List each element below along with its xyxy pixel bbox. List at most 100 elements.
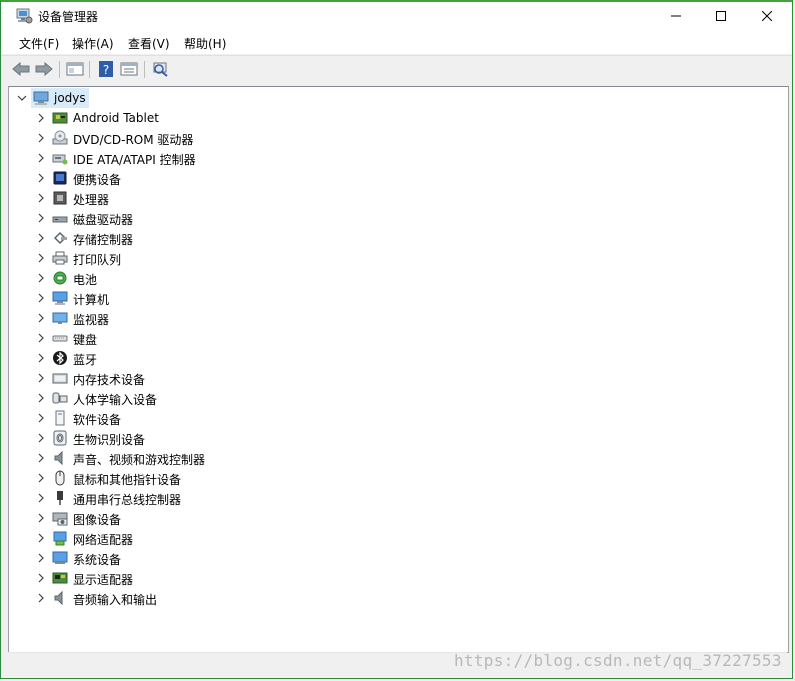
tree-category-node[interactable]: 内存技术设备 bbox=[9, 368, 788, 388]
tree-category-node[interactable]: 声音、视频和游戏控制器 bbox=[9, 448, 788, 468]
tree-category-node[interactable]: 音频输入和输出 bbox=[9, 588, 788, 608]
chevron-right-icon[interactable] bbox=[36, 312, 46, 324]
menu-help[interactable]: 帮助(H) bbox=[184, 35, 226, 52]
tree-category-node[interactable]: 存储控制器 bbox=[9, 228, 788, 248]
chevron-right-icon[interactable] bbox=[36, 172, 46, 184]
chevron-down-icon[interactable] bbox=[17, 92, 27, 104]
close-button[interactable] bbox=[744, 2, 790, 30]
battery-icon bbox=[53, 271, 67, 285]
chevron-right-icon[interactable] bbox=[36, 252, 46, 264]
tree-category-node[interactable]: 图像设备 bbox=[9, 508, 788, 528]
chevron-right-icon[interactable] bbox=[36, 132, 46, 144]
tree-category-node[interactable]: 通用串行总线控制器 bbox=[9, 488, 788, 508]
tree-category-node[interactable]: 处理器 bbox=[9, 188, 788, 208]
maximize-icon bbox=[716, 11, 726, 21]
computer-icon bbox=[33, 91, 49, 105]
tree-category-node[interactable]: 键盘 bbox=[9, 328, 788, 348]
chevron-right-icon[interactable] bbox=[36, 332, 46, 344]
chevron-right-icon[interactable] bbox=[36, 272, 46, 284]
scan-hardware-button[interactable] bbox=[150, 60, 170, 78]
chevron-right-icon[interactable] bbox=[36, 532, 46, 544]
back-button[interactable] bbox=[11, 60, 31, 78]
hid-icon bbox=[52, 392, 68, 404]
portable-device-icon bbox=[53, 171, 67, 185]
chevron-right-icon[interactable] bbox=[36, 372, 46, 384]
forward-arrow-icon bbox=[35, 62, 53, 76]
minimize-button[interactable] bbox=[653, 2, 699, 30]
chevron-right-icon[interactable] bbox=[36, 352, 46, 364]
forward-button[interactable] bbox=[34, 60, 54, 78]
tree-category-node[interactable]: Android Tablet bbox=[9, 108, 788, 128]
chevron-right-icon[interactable] bbox=[36, 452, 46, 464]
menu-view[interactable]: 查看(V) bbox=[128, 35, 170, 52]
chevron-right-icon[interactable] bbox=[36, 572, 46, 584]
chevron-right-icon[interactable] bbox=[36, 412, 46, 424]
tree-category-node[interactable]: 鼠标和其他指针设备 bbox=[9, 468, 788, 488]
board-icon bbox=[52, 112, 68, 124]
chevron-right-icon[interactable] bbox=[36, 152, 46, 164]
chevron-right-icon[interactable] bbox=[36, 552, 46, 564]
tree-category-node[interactable]: 系统设备 bbox=[9, 548, 788, 568]
usb-icon bbox=[57, 491, 63, 505]
system-device-icon bbox=[52, 551, 68, 564]
tree-category-label: 软件设备 bbox=[73, 413, 122, 427]
tree-category-node[interactable]: 电池 bbox=[9, 268, 788, 288]
toolbar-separator bbox=[59, 61, 60, 78]
menu-file[interactable]: 文件(F) bbox=[19, 35, 59, 52]
tree-category-label: 系统设备 bbox=[73, 553, 122, 567]
tree-category-node[interactable]: 人体学输入设备 bbox=[9, 388, 788, 408]
chevron-right-icon[interactable] bbox=[36, 592, 46, 604]
network-adapter-icon bbox=[53, 531, 67, 546]
device-tree[interactable]: jodys Android Tablet DVD/CD-ROM 驱动器 IDE AT… bbox=[8, 86, 789, 653]
device-manager-window: 设备管理器 文件(F) 操作(A) 查看(V) 帮助(H) ? jodys An… bbox=[0, 0, 793, 679]
chevron-right-icon[interactable] bbox=[36, 292, 46, 304]
chevron-right-icon[interactable] bbox=[36, 472, 46, 484]
monitor-icon bbox=[52, 291, 68, 305]
title-bar[interactable]: 设备管理器 bbox=[1, 2, 792, 30]
chevron-right-icon[interactable] bbox=[36, 512, 46, 524]
fingerprint-icon bbox=[53, 430, 67, 446]
tree-category-label: DVD/CD-ROM 驱动器 bbox=[73, 133, 194, 147]
tree-category-node[interactable]: 生物识别设备 bbox=[9, 428, 788, 448]
tree-category-label: 声音、视频和游戏控制器 bbox=[73, 453, 206, 467]
tree-category-label: 显示适配器 bbox=[73, 573, 134, 587]
tree-category-node[interactable]: 软件设备 bbox=[9, 408, 788, 428]
speaker-icon bbox=[54, 450, 63, 466]
toolbar: ? bbox=[1, 55, 792, 83]
chevron-right-icon[interactable] bbox=[36, 432, 46, 444]
properties-button[interactable] bbox=[65, 60, 85, 78]
menu-action[interactable]: 操作(A) bbox=[72, 35, 114, 52]
tree-category-node[interactable]: DVD/CD-ROM 驱动器 bbox=[9, 128, 788, 148]
tree-category-label: 键盘 bbox=[73, 333, 98, 347]
chevron-right-icon[interactable] bbox=[36, 392, 46, 404]
help-button[interactable]: ? bbox=[96, 60, 116, 78]
tree-category-node[interactable]: IDE ATA/ATAPI 控制器 bbox=[9, 148, 788, 168]
display-adapter-icon bbox=[52, 572, 68, 584]
tree-category-node[interactable]: 监视器 bbox=[9, 308, 788, 328]
chevron-right-icon[interactable] bbox=[36, 192, 46, 204]
tree-category-label: 通用串行总线控制器 bbox=[73, 493, 182, 507]
chevron-right-icon[interactable] bbox=[36, 112, 46, 124]
tree-category-node[interactable]: 蓝牙 bbox=[9, 348, 788, 368]
tree-category-node[interactable]: 磁盘驱动器 bbox=[9, 208, 788, 228]
tree-category-label: 人体学输入设备 bbox=[73, 393, 158, 407]
chevron-right-icon[interactable] bbox=[36, 212, 46, 224]
tree-category-node[interactable]: 打印队列 bbox=[9, 248, 788, 268]
toolbar-separator bbox=[89, 61, 90, 78]
memory-icon bbox=[52, 373, 68, 384]
chevron-right-icon[interactable] bbox=[36, 492, 46, 504]
chevron-right-icon[interactable] bbox=[36, 232, 46, 244]
tree-root-node[interactable]: jodys bbox=[9, 88, 788, 108]
maximize-button[interactable] bbox=[698, 2, 744, 30]
back-arrow-icon bbox=[12, 62, 30, 76]
tree-category-node[interactable]: 便携设备 bbox=[9, 168, 788, 188]
tree-category-label: 网络适配器 bbox=[73, 533, 134, 547]
details-button[interactable] bbox=[119, 60, 139, 78]
tree-category-label: 处理器 bbox=[73, 193, 110, 207]
software-device-icon bbox=[55, 410, 65, 426]
toolbar-separator bbox=[144, 61, 145, 78]
tree-category-node[interactable]: 网络适配器 bbox=[9, 528, 788, 548]
tree-category-node[interactable]: 显示适配器 bbox=[9, 568, 788, 588]
tree-category-node[interactable]: 计算机 bbox=[9, 288, 788, 308]
disk-drive-icon bbox=[52, 216, 68, 223]
